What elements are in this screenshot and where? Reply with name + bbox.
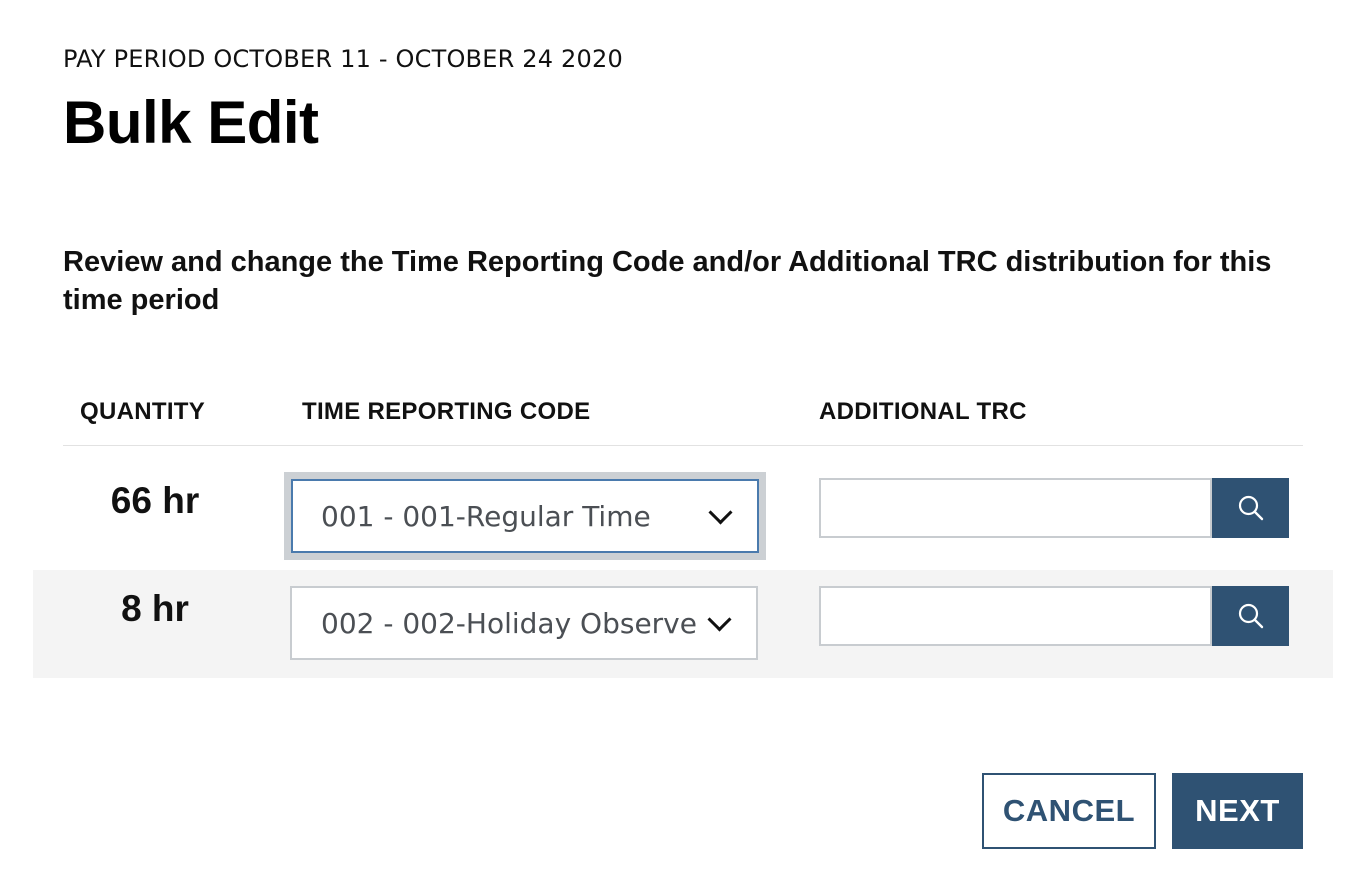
page-title: Bulk Edit — [63, 89, 319, 156]
column-header-additional-trc: ADDITIONAL TRC — [819, 398, 1027, 425]
table-row: 8 hr 002 - 002-Holiday Observed — [33, 570, 1333, 678]
cancel-button[interactable]: CANCEL — [982, 773, 1156, 849]
table-row: 66 hr 001 - 001-Regular Time — [33, 462, 1333, 570]
additional-trc-input[interactable] — [819, 586, 1212, 646]
search-icon — [1238, 495, 1263, 521]
quantity-value: 8 hr — [121, 588, 189, 629]
header-divider — [63, 445, 1303, 446]
search-icon — [1238, 603, 1263, 629]
column-header-time-reporting-code: TIME REPORTING CODE — [302, 398, 591, 425]
additional-trc-input[interactable] — [819, 478, 1212, 538]
quantity-value: 66 hr — [110, 480, 200, 521]
next-button[interactable]: NEXT — [1172, 773, 1303, 849]
trc-select[interactable]: 002 - 002-Holiday Observed — [290, 586, 758, 660]
additional-trc-search-button[interactable] — [1212, 478, 1289, 538]
chevron-down-icon — [707, 607, 732, 632]
trc-select[interactable]: 001 - 001-Regular Time — [284, 472, 766, 560]
additional-trc-search-button[interactable] — [1212, 586, 1289, 646]
bulk-edit-dialog: PAY PERIOD OCTOBER 11 - OCTOBER 24 2020 … — [0, 0, 1347, 892]
column-header-quantity: QUANTITY — [80, 398, 206, 425]
instructions-text: Review and change the Time Reporting Cod… — [63, 246, 1272, 316]
chevron-down-icon — [708, 500, 733, 525]
pay-period-label: PAY PERIOD OCTOBER 11 - OCTOBER 24 2020 — [63, 45, 623, 73]
trc-select-value: 002 - 002-Holiday Observed — [321, 606, 696, 640]
trc-select-value: 001 - 001-Regular Time — [321, 499, 651, 533]
